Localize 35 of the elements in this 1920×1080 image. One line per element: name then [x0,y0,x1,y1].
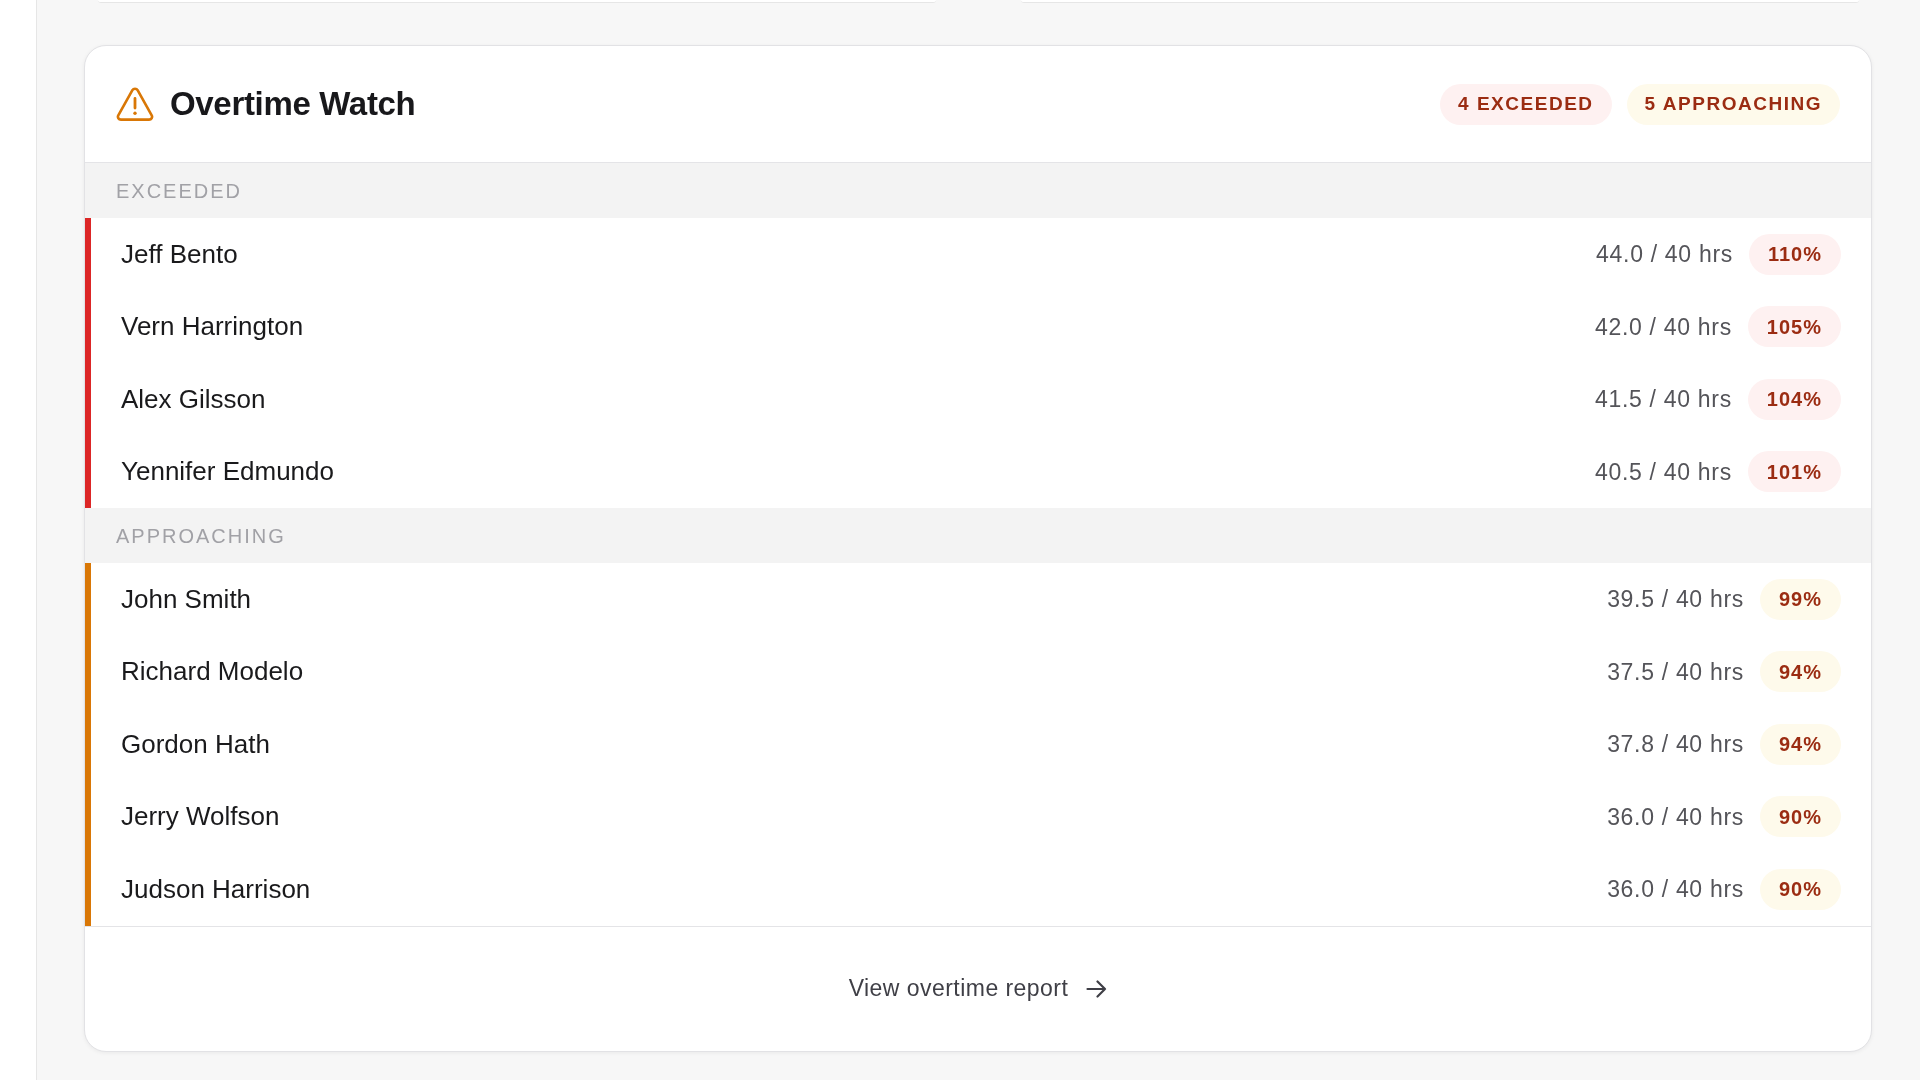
hours-text: 36.0 / 40 hrs [1607,802,1744,832]
employee-name: Vern Harrington [121,310,304,344]
warning-icon [116,87,154,121]
card-title: Overtime Watch [170,84,416,125]
percent-badge: 105% [1747,306,1841,348]
employee-name: Alex Gilsson [121,382,266,416]
section-heading: APPROACHING [85,508,1871,563]
arrow-right-icon [1086,979,1108,998]
section-heading: EXCEEDED [85,163,1871,218]
view-report-link[interactable]: View overtime report [848,971,1108,1006]
hours-text: 41.5 / 40 hrs [1595,385,1732,414]
hours-text: 44.0 / 40 hrs [1596,240,1733,269]
percent-badge: 94% [1759,651,1841,693]
percent-badge: 101% [1747,451,1841,493]
percent-badge: 94% [1759,723,1841,765]
hours-text: 37.8 / 40 hrs [1607,730,1744,759]
employee-name: John Smith [121,582,252,616]
employee-name: Gordon Hath [121,727,270,761]
hours-text: 39.5 / 40 hrs [1607,585,1744,614]
hours-text: 40.5 / 40 hrs [1595,457,1732,487]
percent-badge: 110% [1748,233,1841,275]
percent-badge: 90% [1759,796,1841,838]
percent-badge: 90% [1759,868,1841,910]
percent-badge: 99% [1759,578,1841,620]
employee-name: Jeff Bento [121,237,238,271]
employee-name: Yennifer Edmundo [121,455,334,489]
employee-name: Jerry Wolfson [121,800,280,834]
employee-name: Richard Modelo [121,655,304,689]
count-badge: 4 EXCEEDED [1440,83,1612,125]
hours-text: 42.0 / 40 hrs [1595,312,1732,342]
hours-text: 37.5 / 40 hrs [1607,657,1744,687]
percent-badge: 104% [1747,378,1841,420]
hours-text: 36.0 / 40 hrs [1607,875,1744,904]
employee-name: Judson Harrison [121,872,311,906]
count-badge: 5 APPROACHING [1626,83,1840,125]
